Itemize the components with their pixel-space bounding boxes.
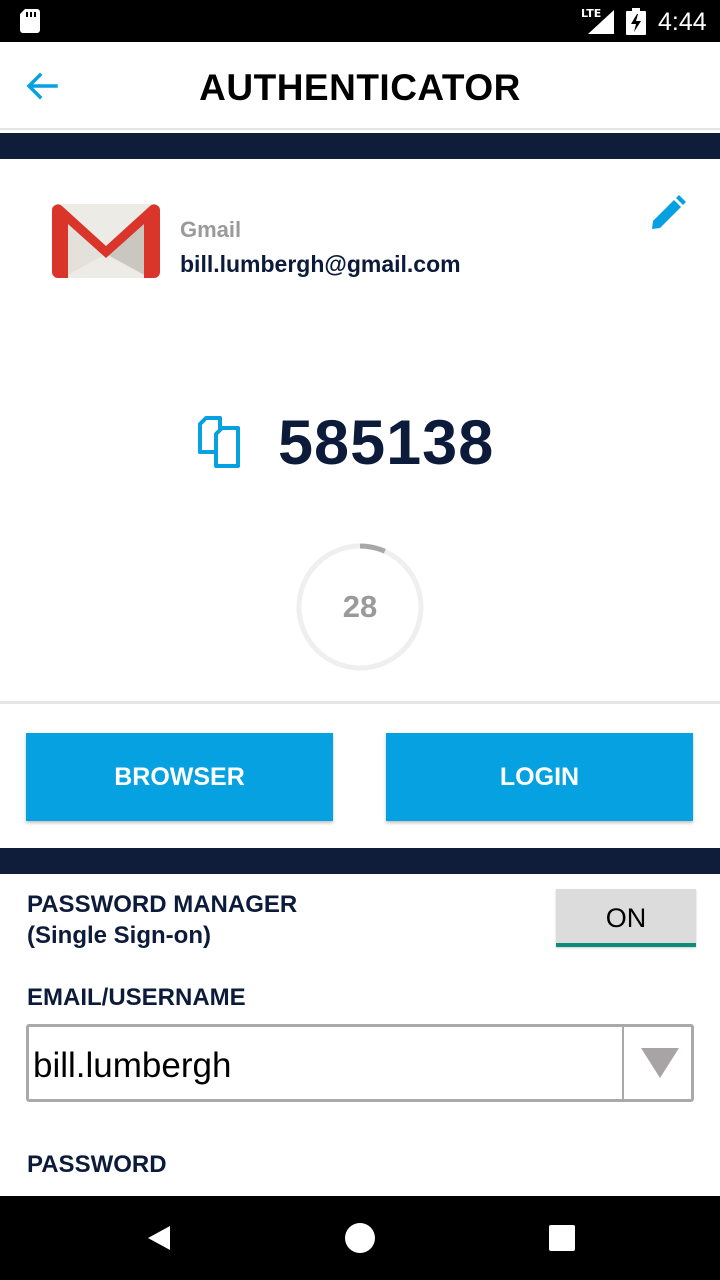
nav-home-icon[interactable] (338, 1216, 382, 1260)
copy-button[interactable] (196, 414, 252, 470)
nav-recents-icon[interactable] (540, 1216, 584, 1260)
service-name: Gmail (180, 217, 242, 242)
username-select[interactable]: bill.lumbergh (26, 1024, 694, 1102)
account-email: bill.lumbergh@gmail.com (180, 251, 461, 277)
username-label: EMAIL/USERNAME (27, 984, 246, 1011)
app-bar: AUTHENTICATOR (0, 42, 720, 130)
nav-back-icon[interactable] (136, 1216, 180, 1260)
password-manager-sublabel: (Single Sign-on) (27, 922, 211, 949)
copy-icon (198, 416, 240, 468)
otp-row: 585138 (0, 407, 720, 487)
username-value: bill.lumbergh (33, 1046, 232, 1085)
pencil-icon (652, 195, 686, 229)
status-bar: LTE 4:44 (0, 0, 720, 42)
password-manager-label: PASSWORD MANAGER (27, 891, 298, 918)
otp-code: 585138 (278, 408, 495, 478)
login-button[interactable]: LOGIN (386, 733, 693, 821)
sd-card-icon (20, 9, 40, 33)
account-card: Gmail bill.lumbergh@gmail.com 585138 28 (0, 159, 720, 704)
dropdown-arrow-icon[interactable] (639, 1046, 681, 1080)
gmail-logo (52, 204, 160, 278)
password-manager-title: PASSWORD MANAGER (Single Sign-on) (27, 889, 297, 951)
section-divider (0, 848, 720, 874)
battery-charging-icon (626, 8, 646, 35)
clock: 4:44 (658, 8, 707, 36)
signal-icon (588, 10, 614, 34)
password-label: PASSWORD (27, 1151, 167, 1178)
browser-button[interactable]: BROWSER (26, 733, 333, 821)
select-divider (622, 1027, 624, 1099)
password-manager-toggle[interactable]: ON (556, 889, 696, 947)
page-title: AUTHENTICATOR (199, 67, 521, 108)
section-divider (0, 133, 720, 159)
edit-button[interactable] (646, 193, 688, 235)
system-nav-bar (0, 1196, 720, 1280)
countdown-seconds: 28 (342, 589, 378, 624)
